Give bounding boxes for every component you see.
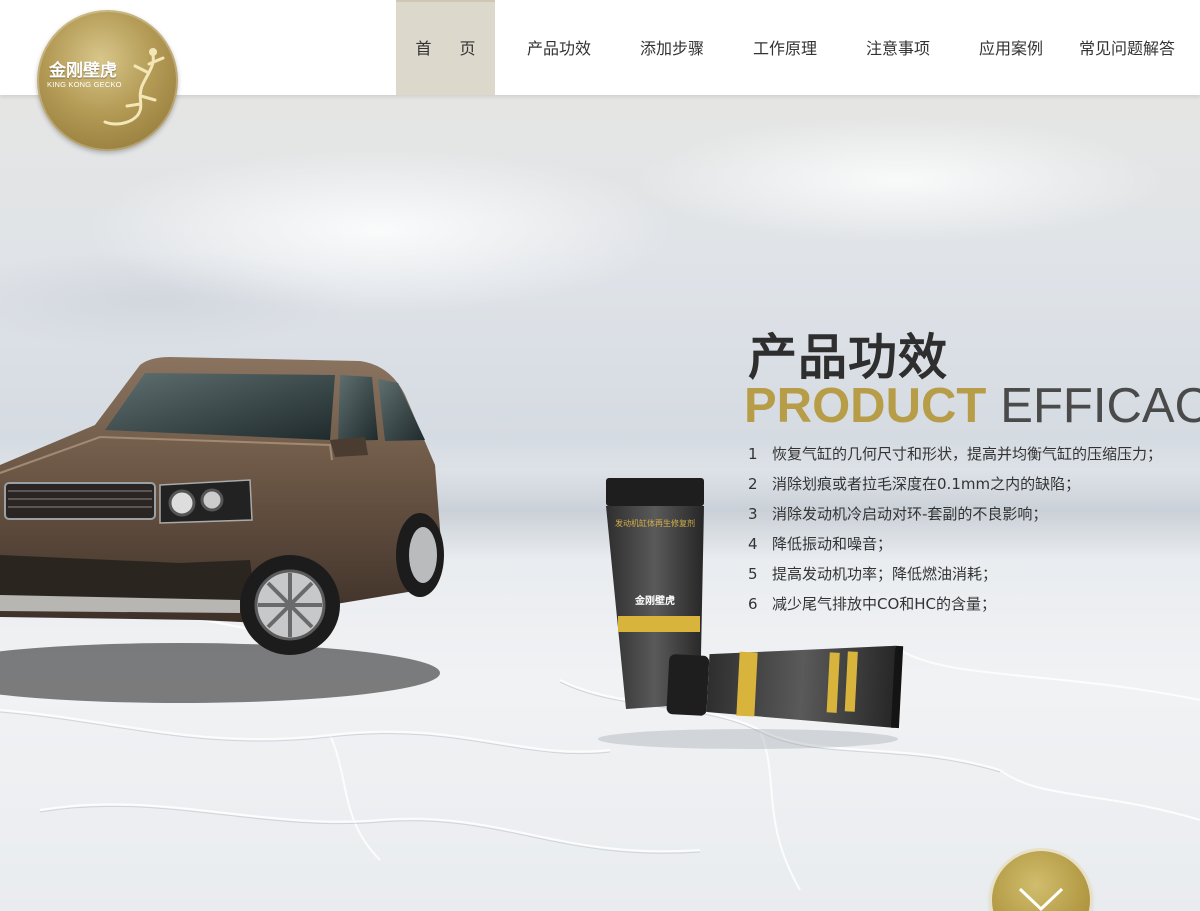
nav-item-cases[interactable]: 应用案例 [961,0,1061,95]
efficacy-list: 1 恢复气缸的几何尺寸和形状，提高并均衡气缸的压缩压力； 2 消除划痕或者拉毛深… [748,441,1162,621]
list-item-number: 6 [748,595,758,613]
nav-item-principle[interactable]: 工作原理 [735,0,835,95]
list-item-number: 5 [748,565,758,583]
brand-logo[interactable]: 金刚壁虎 KING KONG GECKO [37,10,178,151]
nav-item-label: 产品功效 [526,38,591,58]
list-item-text: 减少尾气排放中CO和HC的含量； [772,595,997,613]
nav-item-label: 注意事项 [865,38,930,58]
section-title-en: PRODUCTEFFICACY [744,378,1200,434]
list-item-number: 3 [748,505,758,523]
list-item: 6 减少尾气排放中CO和HC的含量； [748,591,1162,621]
site-header: 首页 产品功效 添加步骤 工作原理 注意事项 应用案例 常见问题解答 [0,0,1200,95]
gecko-icon [103,48,165,126]
nav-item-label: 添加步骤 [639,38,704,58]
nav-item-faq[interactable]: 常见问题解答 [1074,0,1180,95]
title-en-rest: EFFICACY [1000,379,1200,433]
list-item: 4 降低振动和噪音； [748,531,1162,561]
nav-item-label: 常见问题解答 [1078,38,1175,58]
list-item: 5 提高发动机功率；降低燃油消耗； [748,561,1162,591]
chevron-down-icon [1018,887,1064,911]
svg-text:发动机缸体再生修复剂: 发动机缸体再生修复剂 [615,518,695,528]
list-item-text: 消除划痕或者拉毛深度在0.1mm之内的缺陷； [772,475,1081,493]
car-image [0,357,444,703]
nav-item-label: 工作原理 [752,38,817,58]
list-item-text: 提高发动机功率；降低燃油消耗； [772,565,998,583]
title-en-highlight: PRODUCT [744,379,987,433]
list-item-number: 2 [748,475,758,493]
nav-item-notes[interactable]: 注意事项 [848,0,948,95]
nav-item-steps[interactable]: 添加步骤 [622,0,722,95]
nav-item-home[interactable]: 首页 [396,0,495,95]
tube-brand-label: 金刚壁虎 [634,594,675,607]
list-item-text: 降低振动和噪音； [772,535,893,553]
list-item: 3 消除发动机冷启动对环-套副的不良影响； [748,501,1162,531]
nav-item-label: 首页 [415,38,504,58]
list-item-number: 1 [748,445,758,463]
list-item-number: 4 [748,535,758,553]
list-item-text: 恢复气缸的几何尺寸和形状，提高并均衡气缸的压缩压力； [772,445,1163,463]
list-item: 2 消除划痕或者拉毛深度在0.1mm之内的缺陷； [748,471,1162,501]
nav-item-efficacy[interactable]: 产品功效 [509,0,609,95]
list-item: 1 恢复气缸的几何尺寸和形状，提高并均衡气缸的压缩压力； [748,441,1162,471]
nav-item-label: 应用案例 [978,38,1043,58]
list-item-text: 消除发动机冷启动对环-套副的不良影响； [772,505,1048,523]
